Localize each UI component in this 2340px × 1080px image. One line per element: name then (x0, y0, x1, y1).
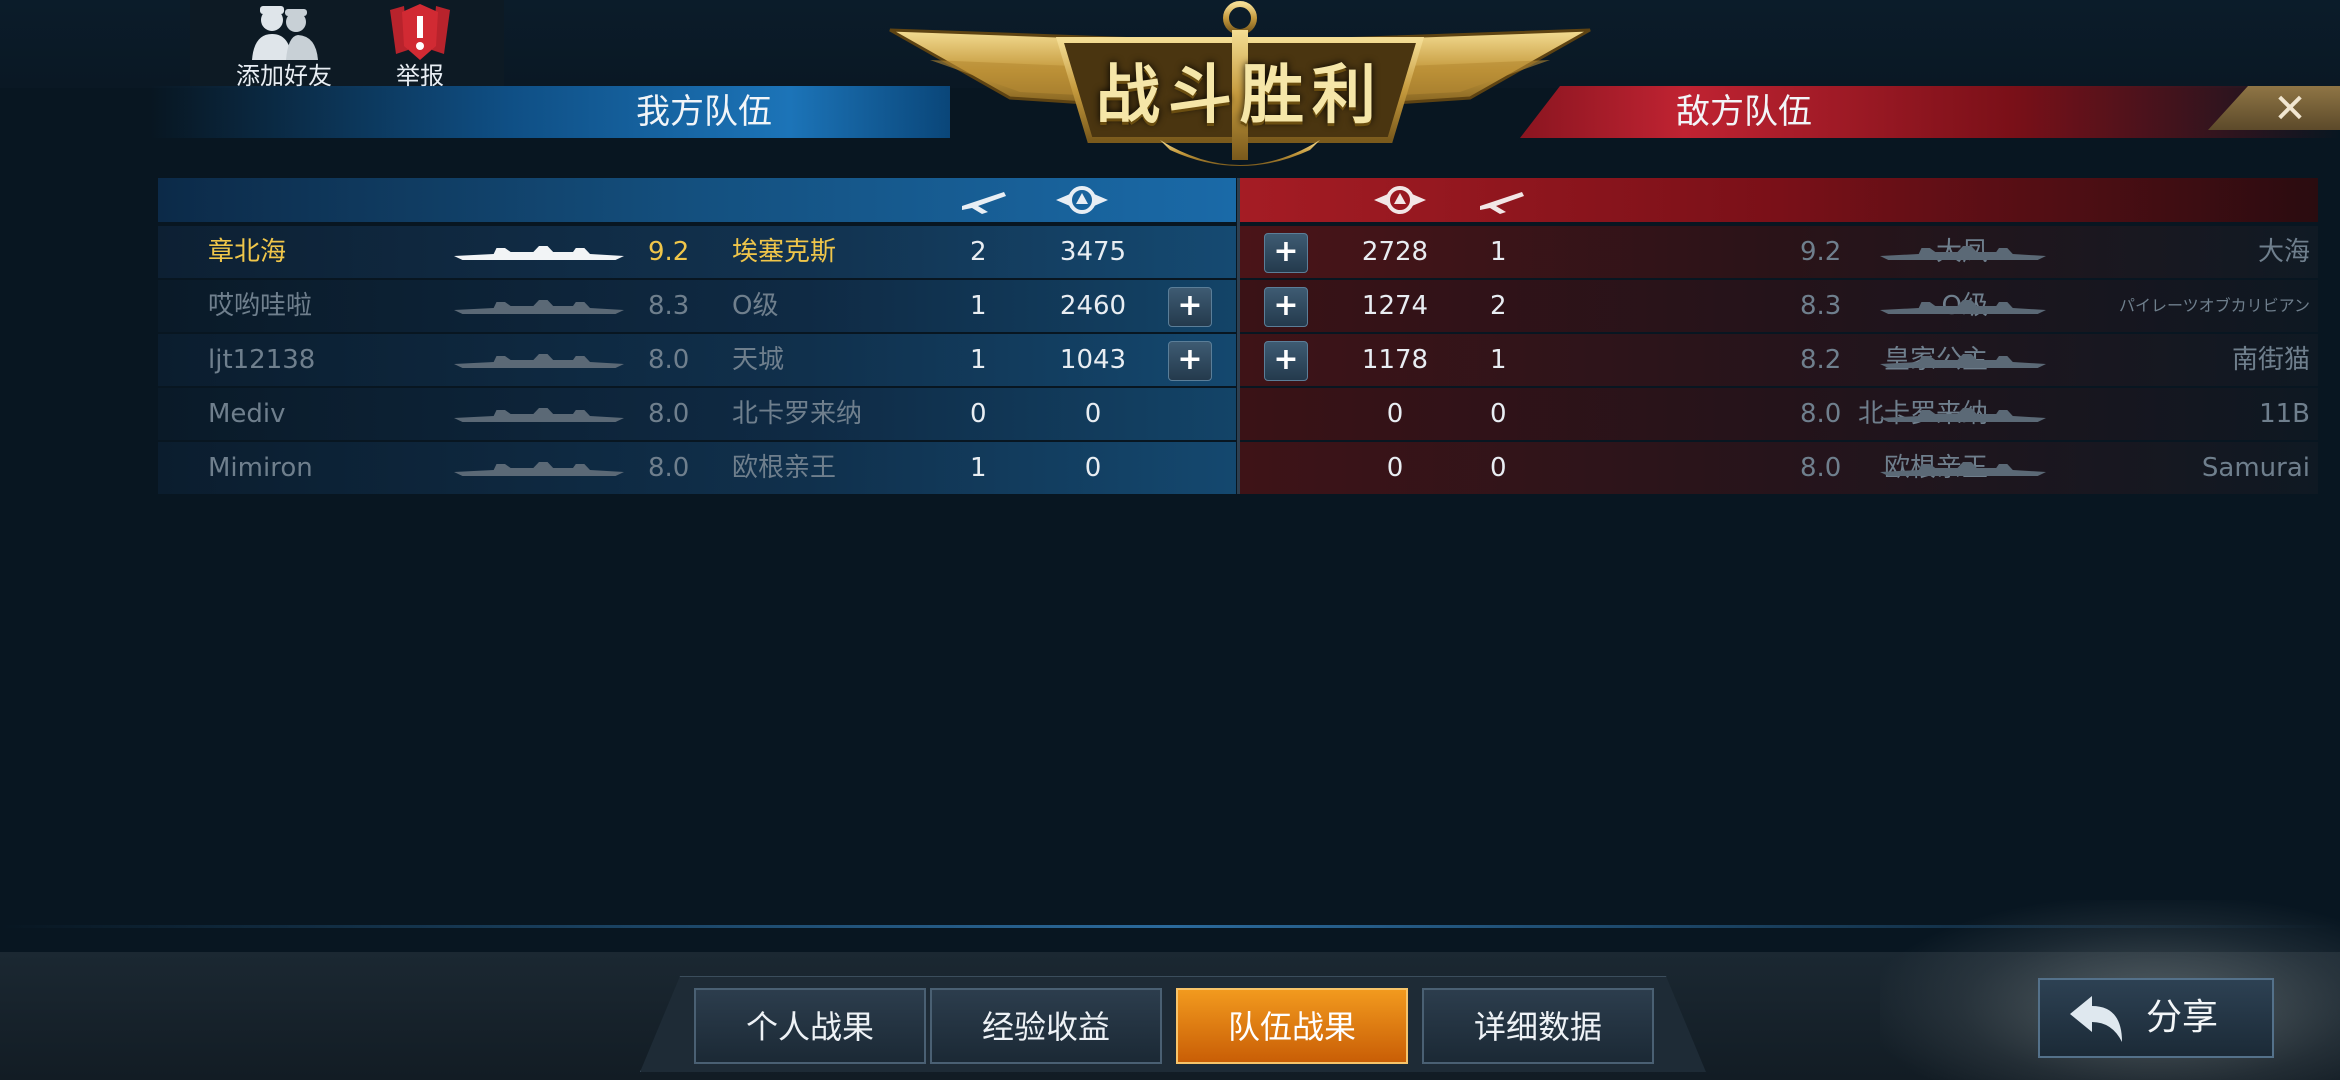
player-name: Mediv (208, 399, 286, 429)
rating: 9.2 (1800, 237, 1842, 267)
ship-name: 埃塞克斯 (732, 237, 837, 267)
rating: 8.2 (1800, 345, 1842, 375)
ally-team-title: 我方队伍 (636, 92, 772, 132)
add-friend-plus-button[interactable]: + (1264, 287, 1308, 327)
kills: 1 (970, 291, 987, 321)
ship-silhouette-icon (1880, 406, 2046, 424)
share-arrow-icon (2070, 996, 2122, 1042)
enemy-team-bar (1520, 86, 2340, 138)
score: 3475 (1059, 237, 1127, 267)
share-label: 分享 (2146, 997, 2219, 1038)
score-emblem-icon (1056, 186, 1108, 214)
add-friend-plus-button[interactable]: + (1264, 233, 1308, 273)
score: 0 (1084, 399, 1102, 429)
score: 0 (1386, 453, 1404, 483)
report-button[interactable]: 举报 (350, 0, 490, 90)
kills: 2 (970, 237, 987, 267)
report-icon (390, 4, 450, 60)
score-emblem-icon (1374, 186, 1426, 214)
ship-silhouette-icon (1880, 352, 2046, 370)
close-button[interactable]: ✕ (2260, 84, 2320, 134)
score: 2728 (1361, 237, 1429, 267)
ship-silhouette-icon (1880, 460, 2046, 478)
ally-row: Mimiron 8.0 欧根亲王 1 0 (158, 442, 1236, 494)
player-name: パイレーツオブカリビアン (2118, 296, 2310, 315)
score: 0 (1084, 453, 1102, 483)
ally-row: ljt12138 8.0 天城 1 1043 + (158, 334, 1236, 386)
ship-silhouette-icon (454, 244, 624, 262)
player-name: 大海 (2257, 237, 2310, 267)
ship-silhouette-icon (454, 406, 624, 424)
share-button[interactable]: 分享 (2038, 978, 2274, 1058)
rating: 8.3 (1800, 291, 1842, 321)
score: 1043 (1059, 345, 1127, 375)
player-name: Mimiron (208, 453, 313, 483)
ship-name: 北卡罗来纳 (732, 399, 863, 429)
ally-team-bar (150, 86, 950, 138)
ship-silhouette-icon (454, 352, 624, 370)
rating: 8.0 (1800, 453, 1842, 483)
rating: 8.3 (648, 291, 690, 321)
kills: 1 (1490, 345, 1507, 375)
ally-row: 哎哟哇啦 8.3 O级 1 2460 + (158, 280, 1236, 332)
tab-exp-gains[interactable]: 经验收益 (930, 988, 1162, 1064)
score: 1274 (1361, 291, 1429, 321)
enemy-row: 00北卡罗来纳8.011B (1240, 388, 2318, 440)
kills: 1 (1490, 237, 1507, 267)
rating: 8.0 (1800, 399, 1842, 429)
ship-silhouette-icon (1880, 298, 2046, 316)
add-friend-plus-button[interactable]: + (1168, 287, 1212, 327)
kills: 1 (970, 453, 987, 483)
tab-team-results[interactable]: 队伍战果 (1176, 988, 1408, 1064)
aircraft-icon (1480, 192, 1524, 214)
player-name: 哎哟哇啦 (208, 291, 313, 321)
rating: 8.0 (648, 453, 690, 483)
tab-personal-results[interactable]: 个人战果 (694, 988, 926, 1064)
add-friend-button[interactable]: 添加好友 (214, 0, 354, 90)
player-name: 11B (2259, 399, 2310, 429)
rating: 8.0 (648, 345, 690, 375)
report-label: 举报 (396, 62, 444, 90)
score: 0 (1386, 399, 1404, 429)
ship-name: 天城 (732, 345, 785, 375)
ship-name: O级 (732, 291, 779, 321)
enemy-team-title: 敌方队伍 (1676, 92, 1812, 132)
player-name: Samurai (2201, 453, 2310, 483)
kills: 0 (970, 399, 987, 429)
rating: 8.0 (648, 399, 690, 429)
ship-name: 欧根亲王 (732, 453, 837, 483)
kills: 1 (970, 345, 987, 375)
enemy-row: +12742O级8.3パイレーツオブカリビアン (1240, 280, 2318, 332)
victory-title: 战斗胜利 (1096, 59, 1384, 133)
add-friend-plus-button[interactable]: + (1264, 341, 1308, 381)
player-name: ljt12138 (208, 345, 316, 375)
kills: 0 (1490, 399, 1507, 429)
enemy-row: +11781皇家公主8.2南街猫 (1240, 334, 2318, 386)
rating: 9.2 (648, 237, 690, 267)
ally-row: Mediv 8.0 北卡罗来纳 0 0 (158, 388, 1236, 440)
enemy-row: 00欧根亲王8.0Samurai (1240, 442, 2318, 494)
score: 2460 (1059, 291, 1127, 321)
kills: 2 (1490, 291, 1507, 321)
add-friend-icon (252, 6, 318, 60)
top-left-panel: 添加好友 举报 (190, 0, 504, 90)
ally-row: 章北海 9.2 埃塞克斯 2 3475 (158, 226, 1236, 278)
tab-detailed-data[interactable]: 详细数据 (1422, 988, 1654, 1064)
add-friend-plus-button[interactable]: + (1168, 341, 1212, 381)
ship-silhouette-icon (1880, 244, 2046, 262)
ally-column-header (158, 178, 1236, 222)
player-name: 南街猫 (2231, 345, 2310, 375)
enemy-column-header (1240, 178, 2318, 222)
kills: 0 (1490, 453, 1507, 483)
add-friend-label: 添加好友 (236, 62, 332, 90)
player-name: 章北海 (208, 237, 287, 267)
ship-silhouette-icon (454, 298, 624, 316)
enemy-row: +27281大凤9.2大海 (1240, 226, 2318, 278)
ship-silhouette-icon (454, 460, 624, 478)
score: 1178 (1361, 345, 1429, 375)
aircraft-icon (962, 192, 1006, 214)
